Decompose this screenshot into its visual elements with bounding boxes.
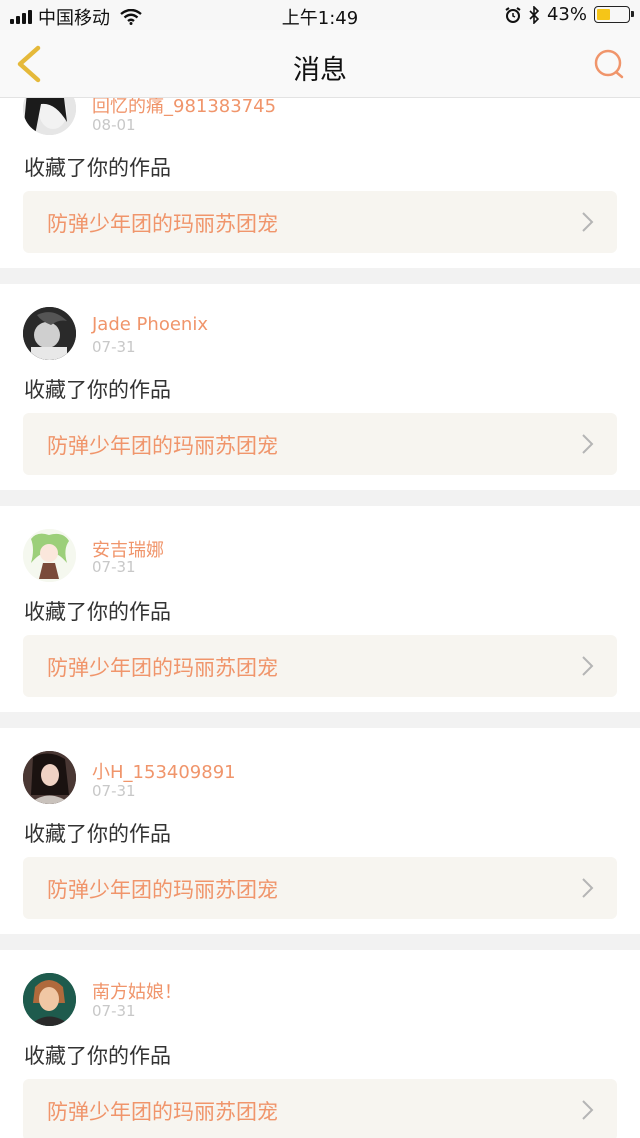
bluetooth-icon xyxy=(529,5,540,24)
chevron-right-icon xyxy=(582,656,594,676)
username[interactable]: 南方姑娘！ xyxy=(92,978,182,1004)
search-icon[interactable] xyxy=(592,46,628,82)
message-card: 小H_153409891 07-31 收藏了你的作品 防弹少年团的玛丽苏团宠 xyxy=(0,728,640,934)
divider xyxy=(0,712,640,728)
message-date: 07-31 xyxy=(92,558,136,576)
message-action: 收藏了你的作品 xyxy=(24,156,171,180)
message-date: 08-01 xyxy=(92,116,136,134)
work-link[interactable]: 防弹少年团的玛丽苏团宠 xyxy=(23,635,617,697)
chevron-right-icon xyxy=(582,878,594,898)
avatar[interactable] xyxy=(23,973,76,1026)
avatar[interactable] xyxy=(23,529,76,582)
message-card: 安吉瑞娜 07-31 收藏了你的作品 防弹少年团的玛丽苏团宠 xyxy=(0,506,640,712)
message-action: 收藏了你的作品 xyxy=(24,600,171,624)
message-date: 07-31 xyxy=(92,782,136,800)
username[interactable]: Jade Phoenix xyxy=(92,314,208,335)
work-title: 防弹少年团的玛丽苏团宠 xyxy=(47,1100,278,1124)
battery-icon xyxy=(594,6,634,23)
work-title: 防弹少年团的玛丽苏团宠 xyxy=(47,656,278,680)
chevron-right-icon xyxy=(582,212,594,232)
chevron-right-icon xyxy=(582,434,594,454)
work-link[interactable]: 防弹少年团的玛丽苏团宠 xyxy=(23,1079,617,1138)
message-date: 07-31 xyxy=(92,338,136,356)
message-date: 07-31 xyxy=(92,1002,136,1020)
divider xyxy=(0,490,640,506)
page-title: 消息 xyxy=(293,55,347,86)
work-link[interactable]: 防弹少年团的玛丽苏团宠 xyxy=(23,413,617,475)
divider xyxy=(0,268,640,284)
divider xyxy=(0,934,640,950)
username[interactable]: 小H_153409891 xyxy=(92,758,236,784)
work-link[interactable]: 防弹少年团的玛丽苏团宠 xyxy=(23,857,617,919)
avatar[interactable] xyxy=(23,751,76,804)
message-action: 收藏了你的作品 xyxy=(24,378,171,402)
battery-percent: 43% xyxy=(546,4,587,25)
work-title: 防弹少年团的玛丽苏团宠 xyxy=(47,434,278,458)
status-bar: 中国移动 上午1:49 43% xyxy=(0,0,640,30)
chevron-right-icon xyxy=(582,1100,594,1120)
message-action: 收藏了你的作品 xyxy=(24,1044,171,1068)
message-card: Jade Phoenix 07-31 收藏了你的作品 防弹少年团的玛丽苏团宠 xyxy=(0,284,640,490)
avatar[interactable] xyxy=(23,307,76,360)
message-action: 收藏了你的作品 xyxy=(24,822,171,846)
work-title: 防弹少年团的玛丽苏团宠 xyxy=(47,212,278,236)
work-link[interactable]: 防弹少年团的玛丽苏团宠 xyxy=(23,191,617,253)
work-title: 防弹少年团的玛丽苏团宠 xyxy=(47,878,278,902)
alarm-icon xyxy=(505,6,521,23)
message-card: 南方姑娘！ 07-31 收藏了你的作品 防弹少年团的玛丽苏团宠 xyxy=(0,950,640,1138)
nav-bar: 消息 xyxy=(0,30,640,98)
